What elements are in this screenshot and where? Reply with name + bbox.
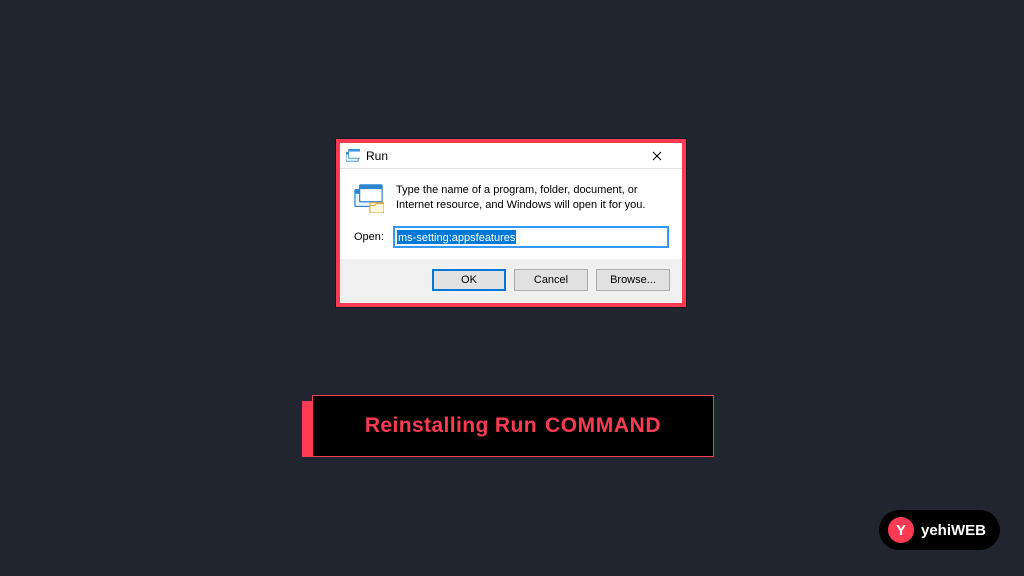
run-dialog-frame: Run <box>336 139 686 307</box>
button-strip: OK Cancel Browse... <box>340 259 682 303</box>
brand-mark-icon: Y <box>888 517 914 543</box>
brand-text-a: yehi <box>921 522 951 539</box>
caption-accent-bar <box>302 401 312 457</box>
close-button[interactable] <box>636 145 678 167</box>
caption-text-a: Reinstalling Run <box>365 414 537 438</box>
dialog-message: Type the name of a program, folder, docu… <box>396 183 668 213</box>
run-dialog: Run <box>340 143 682 303</box>
caption-banner: Reinstalling Run COMMAND <box>302 395 714 457</box>
open-input[interactable]: ms-setting:appsfeatures <box>394 227 668 247</box>
open-row: Open: ms-setting:appsfeatures <box>354 227 668 247</box>
cancel-button[interactable]: Cancel <box>514 269 588 291</box>
caption-main: Reinstalling Run COMMAND <box>312 395 714 457</box>
run-icon <box>354 183 384 213</box>
open-input-value: ms-setting:appsfeatures <box>397 230 516 244</box>
caption-text-b: COMMAND <box>545 414 661 438</box>
dialog-body: Type the name of a program, folder, docu… <box>340 169 682 259</box>
message-row: Type the name of a program, folder, docu… <box>354 183 668 213</box>
window-title: Run <box>366 149 388 163</box>
open-label: Open: <box>354 231 384 243</box>
browse-button[interactable]: Browse... <box>596 269 670 291</box>
ok-button[interactable]: OK <box>432 269 506 291</box>
close-icon <box>652 151 662 161</box>
brand-text: yehiWEB <box>921 522 986 539</box>
brand-logo: Y yehiWEB <box>879 510 1000 550</box>
brand-text-b: WEB <box>951 522 986 539</box>
run-app-icon <box>346 149 360 163</box>
titlebar[interactable]: Run <box>340 143 682 169</box>
